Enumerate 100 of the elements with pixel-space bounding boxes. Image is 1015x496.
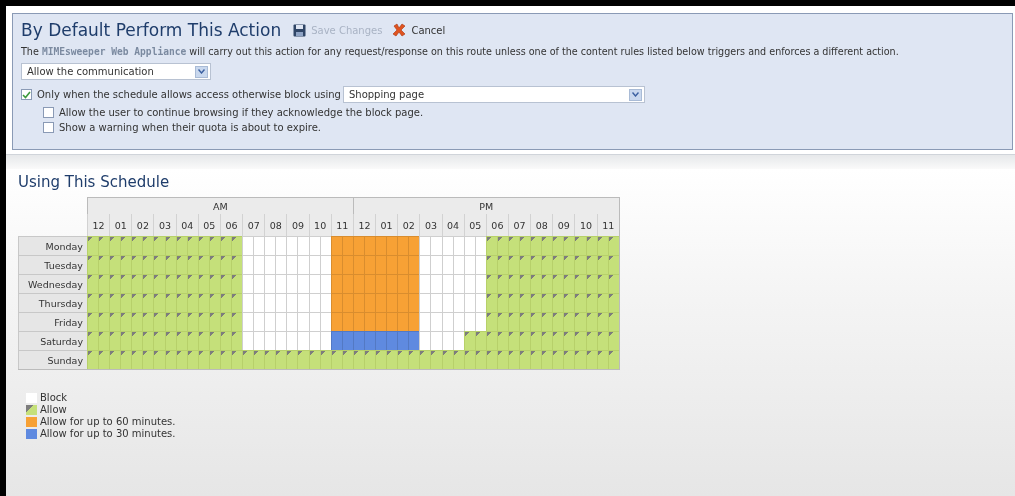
schedule-slot[interactable]: [485, 236, 497, 255]
schedule-slot[interactable]: [530, 293, 542, 312]
schedule-slot[interactable]: [519, 331, 531, 350]
schedule-slot[interactable]: [164, 236, 176, 255]
schedule-slot[interactable]: [519, 236, 531, 255]
schedule-slot[interactable]: [153, 255, 165, 274]
checkbox[interactable]: [43, 107, 54, 118]
schedule-slot[interactable]: [519, 293, 531, 312]
schedule-slot[interactable]: [109, 274, 121, 293]
schedule-slot[interactable]: [131, 293, 143, 312]
schedule-slot[interactable]: [541, 236, 553, 255]
schedule-slot[interactable]: [186, 331, 198, 350]
schedule-slot[interactable]: [208, 331, 220, 350]
schedule-slot[interactable]: [596, 255, 608, 274]
schedule-slot[interactable]: [142, 350, 154, 369]
schedule-slot[interactable]: [153, 293, 165, 312]
schedule-slot[interactable]: [585, 312, 597, 331]
schedule-slot[interactable]: [142, 255, 154, 274]
schedule-slot[interactable]: [197, 236, 209, 255]
schedule-slot[interactable]: [552, 350, 564, 369]
schedule-slot[interactable]: [208, 274, 220, 293]
schedule-slot[interactable]: [552, 274, 564, 293]
schedule-slot[interactable]: [131, 236, 143, 255]
schedule-slot[interactable]: [153, 236, 165, 255]
schedule-slot[interactable]: [563, 293, 575, 312]
schedule-slot[interactable]: [142, 312, 154, 331]
schedule-slot[interactable]: [253, 350, 265, 369]
schedule-slot[interactable]: [87, 236, 99, 255]
schedule-slot[interactable]: [574, 236, 586, 255]
schedule-slot[interactable]: [485, 293, 497, 312]
schedule-slot[interactable]: [186, 255, 198, 274]
schedule-slot[interactable]: [131, 312, 143, 331]
schedule-slot[interactable]: [231, 236, 243, 255]
schedule-slot[interactable]: [607, 350, 619, 369]
schedule-slot[interactable]: [120, 274, 132, 293]
schedule-slot[interactable]: [397, 350, 409, 369]
schedule-slot[interactable]: [175, 293, 187, 312]
schedule-slot[interactable]: [386, 350, 398, 369]
schedule-slot[interactable]: [98, 350, 110, 369]
schedule-slot[interactable]: [585, 236, 597, 255]
schedule-slot[interactable]: [474, 350, 486, 369]
schedule-slot[interactable]: [430, 350, 442, 369]
schedule-slot[interactable]: [319, 350, 331, 369]
schedule-slot[interactable]: [186, 274, 198, 293]
schedule-slot[interactable]: [297, 350, 309, 369]
schedule-slot[interactable]: [552, 236, 564, 255]
schedule-slot[interactable]: [186, 350, 198, 369]
schedule-slot[interactable]: [496, 255, 508, 274]
schedule-slot[interactable]: [574, 293, 586, 312]
schedule-slot[interactable]: [186, 236, 198, 255]
schedule-slot[interactable]: [164, 274, 176, 293]
schedule-slot[interactable]: [485, 255, 497, 274]
schedule-slot[interactable]: [496, 274, 508, 293]
schedule-slot[interactable]: [197, 312, 209, 331]
schedule-slot[interactable]: [596, 293, 608, 312]
schedule-slot[interactable]: [120, 255, 132, 274]
action-dropdown[interactable]: Allow the communication: [21, 63, 211, 80]
schedule-slot[interactable]: [208, 236, 220, 255]
checkbox[interactable]: [43, 122, 54, 133]
schedule-slot[interactable]: [231, 312, 243, 331]
schedule-slot[interactable]: [186, 312, 198, 331]
schedule-slot[interactable]: [530, 312, 542, 331]
schedule-slot[interactable]: [175, 350, 187, 369]
schedule-slot[interactable]: [109, 293, 121, 312]
schedule-slot[interactable]: [231, 350, 243, 369]
schedule-slot[interactable]: [275, 350, 287, 369]
schedule-slot[interactable]: [197, 350, 209, 369]
schedule-slot[interactable]: [87, 350, 99, 369]
schedule-slot[interactable]: [463, 331, 475, 350]
schedule-slot[interactable]: [541, 331, 553, 350]
schedule-slot[interactable]: [120, 293, 132, 312]
schedule-slot[interactable]: [98, 255, 110, 274]
schedule-slot[interactable]: [131, 350, 143, 369]
schedule-slot[interactable]: [596, 312, 608, 331]
schedule-slot[interactable]: [208, 255, 220, 274]
schedule-slot[interactable]: [175, 274, 187, 293]
schedule-slot[interactable]: [109, 331, 121, 350]
schedule-slot[interactable]: [186, 293, 198, 312]
schedule-slot[interactable]: [164, 331, 176, 350]
schedule-slot[interactable]: [208, 350, 220, 369]
schedule-slot[interactable]: [98, 331, 110, 350]
schedule-slot[interactable]: [474, 331, 486, 350]
schedule-slot[interactable]: [585, 350, 597, 369]
schedule-slot[interactable]: [120, 331, 132, 350]
schedule-slot[interactable]: [607, 293, 619, 312]
schedule-slot[interactable]: [596, 350, 608, 369]
schedule-slot[interactable]: [585, 331, 597, 350]
schedule-slot[interactable]: [242, 350, 254, 369]
schedule-slot[interactable]: [485, 312, 497, 331]
schedule-slot[interactable]: [574, 331, 586, 350]
schedule-slot[interactable]: [197, 255, 209, 274]
schedule-slot[interactable]: [131, 331, 143, 350]
schedule-slot[interactable]: [164, 255, 176, 274]
schedule-slot[interactable]: [264, 350, 276, 369]
schedule-slot[interactable]: [352, 350, 364, 369]
schedule-slot[interactable]: [519, 255, 531, 274]
schedule-slot[interactable]: [175, 255, 187, 274]
schedule-slot[interactable]: [441, 350, 453, 369]
schedule-slot[interactable]: [142, 274, 154, 293]
block-page-dropdown[interactable]: Shopping page: [342, 86, 645, 103]
